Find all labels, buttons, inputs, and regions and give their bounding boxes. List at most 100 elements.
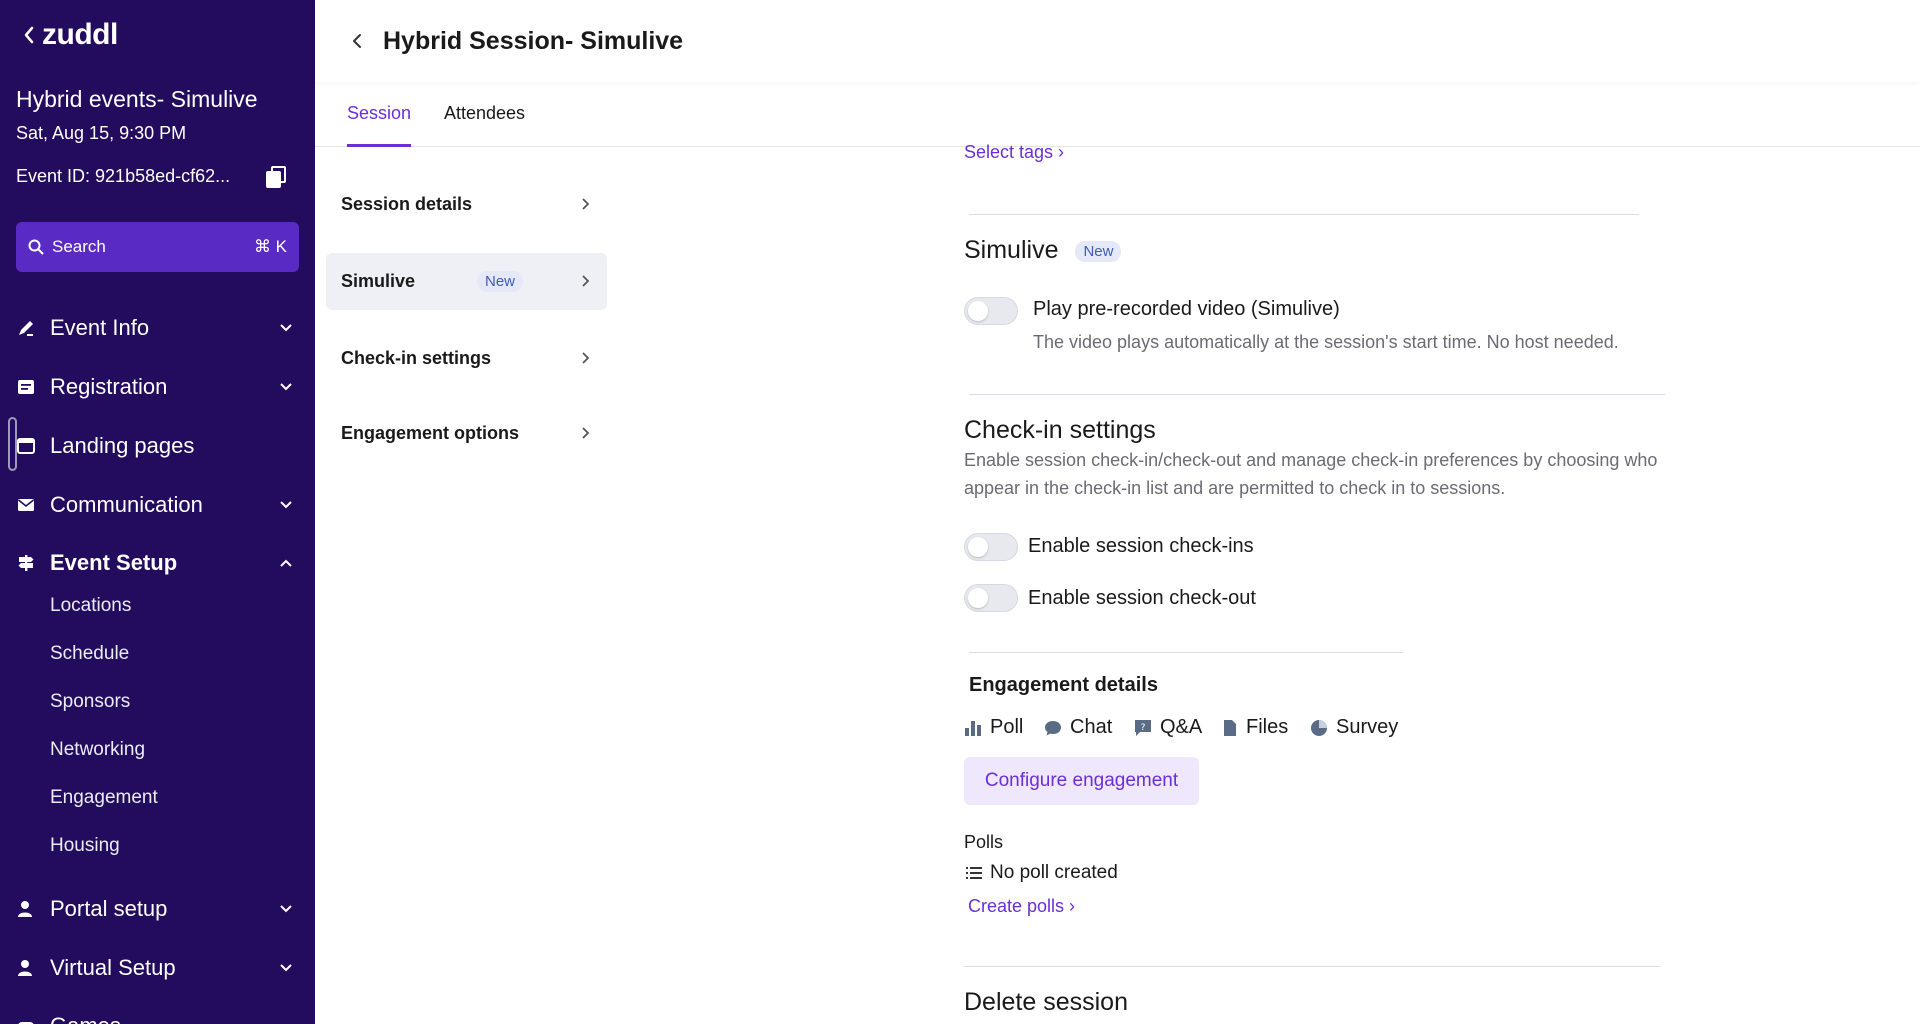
qa-icon: ? xyxy=(1134,719,1152,737)
subnav-simulive[interactable]: Simulive New xyxy=(326,253,607,310)
tab-session[interactable]: Session xyxy=(347,103,412,147)
signpost-icon xyxy=(16,553,36,573)
tab-attendees[interactable]: Attendees xyxy=(444,103,525,147)
chevron-down-icon xyxy=(275,501,297,509)
chevron-right-icon xyxy=(581,348,590,369)
polls-label: Polls xyxy=(964,832,1004,852)
engagement-qa: ? Q&A xyxy=(1134,716,1202,739)
sidebar-item-virtual-setup[interactable]: Virtual Setup xyxy=(0,946,315,990)
checkout-toggle[interactable] xyxy=(964,584,1018,612)
chevron-down-icon xyxy=(275,905,297,913)
configure-engagement-button[interactable]: Configure engagement xyxy=(964,757,1199,805)
simulive-title-text: Simulive xyxy=(964,236,1059,264)
engagement-poll: Poll xyxy=(964,716,1023,739)
divider xyxy=(969,652,1403,653)
simulive-toggle-label: Play pre-recorded video (Simulive) xyxy=(1033,298,1340,320)
sidebar: zuddl Hybrid events- Simulive Sat, Aug 1… xyxy=(0,0,315,1024)
page-header: Hybrid Session- Simulive xyxy=(315,0,1920,82)
engagement-label: Chat xyxy=(1070,716,1113,738)
search-button[interactable]: Search ⌘ K xyxy=(16,222,299,272)
file-icon xyxy=(1222,719,1238,737)
bar-chart-icon xyxy=(964,719,982,737)
divider xyxy=(964,966,1660,967)
gamepad-icon xyxy=(16,1016,36,1024)
event-title: Hybrid events- Simulive xyxy=(16,86,258,112)
checkin-description: Enable session check-in/check-out and ma… xyxy=(964,450,1658,498)
checkout-toggle-label: Enable session check-out xyxy=(1028,587,1256,609)
search-label: Search xyxy=(52,237,106,256)
sidebar-item-registration[interactable]: Registration xyxy=(0,365,315,409)
new-badge: New xyxy=(476,271,523,292)
copy-icon[interactable] xyxy=(264,164,288,188)
chevron-left-icon xyxy=(353,34,361,48)
sidebar-item-label: Event Setup xyxy=(50,550,178,575)
form-icon xyxy=(16,377,36,397)
subnav-engagement-options[interactable]: Engagement options xyxy=(326,405,607,462)
subnav-label: Check-in settings xyxy=(341,348,492,368)
sidebar-item-communication[interactable]: Communication xyxy=(0,483,315,527)
search-icon xyxy=(28,239,44,255)
pen-ruler-icon xyxy=(16,318,36,338)
subnav-label: Engagement options xyxy=(341,423,520,443)
sidebar-subitem-networking[interactable]: Networking xyxy=(50,739,145,761)
divider xyxy=(969,214,1639,215)
no-poll-row: No poll created xyxy=(966,862,1118,884)
checkin-toggle[interactable] xyxy=(964,533,1018,561)
sidebar-item-portal-setup[interactable]: Portal setup xyxy=(0,887,315,931)
back-to-events[interactable]: zuddl xyxy=(22,18,118,52)
engagement-chat: Chat xyxy=(1044,716,1112,739)
sidebar-item-label: Event Info xyxy=(50,315,150,340)
sidebar-item-event-info[interactable]: Event Info xyxy=(0,306,315,350)
chevron-down-icon xyxy=(275,383,297,391)
subnav-checkin-settings[interactable]: Check-in settings xyxy=(326,330,607,387)
chevron-left-icon xyxy=(24,26,34,44)
no-poll-text: No poll created xyxy=(990,862,1118,883)
page-title: Hybrid Session- Simulive xyxy=(383,26,684,55)
select-tags-link[interactable]: Select tags › xyxy=(964,142,1064,163)
mail-icon xyxy=(16,495,36,515)
sidebar-item-event-setup[interactable]: Event Setup xyxy=(0,541,315,585)
chevron-down-icon xyxy=(275,324,297,332)
sidebar-item-label: Communication xyxy=(50,492,203,517)
event-id-row: Event ID: 921b58ed-cf62... xyxy=(16,164,288,188)
engagement-survey: Survey xyxy=(1310,716,1398,739)
chevron-up-icon xyxy=(275,559,297,567)
sidebar-item-label: Landing pages xyxy=(50,433,195,458)
person-icon xyxy=(16,899,36,919)
checkin-toggle-label: Enable session check-ins xyxy=(1028,535,1254,557)
sidebar-item-label: Portal setup xyxy=(50,896,168,921)
chevron-down-icon xyxy=(275,964,297,972)
engagement-label: Poll xyxy=(990,716,1024,738)
checkin-title: Check-in settings xyxy=(964,416,1156,444)
subnav-label: Session details xyxy=(341,194,473,214)
engagement-label: Q&A xyxy=(1160,716,1203,738)
sidebar-item-landing-pages[interactable]: Landing pages xyxy=(0,424,315,468)
subnav-label: Simulive xyxy=(341,271,416,291)
sidebar-subitem-engagement[interactable]: Engagement xyxy=(50,787,158,809)
pie-chart-icon xyxy=(1310,719,1328,737)
sidebar-subitem-locations[interactable]: Locations xyxy=(50,595,131,617)
sidebar-subitem-housing[interactable]: Housing xyxy=(50,835,120,857)
chevron-right-icon xyxy=(581,423,590,444)
sidebar-subitem-sponsors[interactable]: Sponsors xyxy=(50,691,130,713)
delete-session-title: Delete session xyxy=(964,988,1128,1016)
chevron-right-icon xyxy=(581,194,590,215)
event-date: Sat, Aug 15, 9:30 PM xyxy=(16,123,187,143)
engagement-title: Engagement details xyxy=(969,674,1158,696)
simulive-title: Simulive New xyxy=(964,236,1122,265)
list-icon xyxy=(966,866,982,880)
search-shortcut: ⌘ K xyxy=(253,237,287,256)
zuddl-logo: zuddl xyxy=(42,18,118,51)
svg-text:?: ? xyxy=(1141,723,1146,733)
back-button[interactable] xyxy=(345,29,369,53)
sidebar-subitem-schedule[interactable]: Schedule xyxy=(50,643,129,665)
simulive-toggle[interactable] xyxy=(964,297,1018,325)
new-badge: New xyxy=(1075,240,1122,262)
sidebar-item-games[interactable]: Games xyxy=(0,1004,315,1024)
create-polls-link[interactable]: Create polls › xyxy=(968,896,1075,917)
person-icon xyxy=(16,958,36,978)
sidebar-item-label: Registration xyxy=(50,374,168,399)
subnav-session-details[interactable]: Session details xyxy=(326,176,607,233)
sidebar-item-label: Games xyxy=(50,1013,275,1024)
engagement-label: Survey xyxy=(1336,716,1399,738)
